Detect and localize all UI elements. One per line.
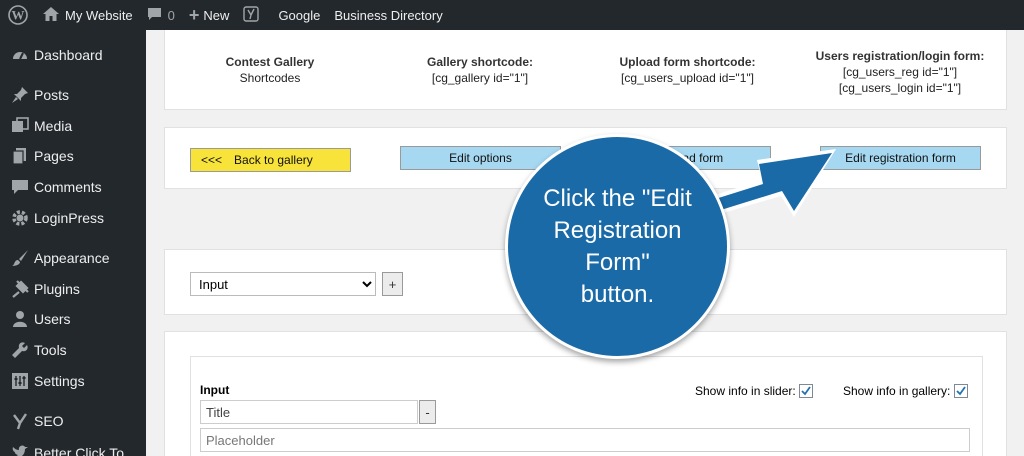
upload-shortcode-label: Upload form shortcode:: [619, 55, 756, 69]
wordpress-logo-icon[interactable]: W: [0, 0, 36, 30]
sidebar-item-media[interactable]: Media: [0, 111, 146, 141]
sidebar-item-label: Posts: [34, 87, 70, 103]
comments-count: 0: [167, 7, 175, 23]
site-name-link[interactable]: My Website: [36, 0, 140, 30]
edit-registration-form-button[interactable]: Edit registration form: [820, 146, 981, 170]
remove-field-label: -: [425, 404, 430, 420]
registration-shortcode-label: Users registration/login form:: [815, 49, 985, 63]
media-icon: [10, 117, 30, 135]
admin-sidebar: Dashboard Posts Media Pages Comments Log…: [0, 30, 146, 456]
show-in-slider-label: Show info in slider:: [695, 384, 796, 398]
sidebar-item-label: Users: [34, 311, 71, 327]
callout-line-3: button.: [580, 280, 655, 308]
settings-icon: [10, 372, 30, 390]
sidebar-item-label: LoginPress: [34, 210, 105, 226]
sidebar-item-label: Dashboard: [34, 47, 103, 63]
edit-options-label: Edit options: [449, 151, 512, 165]
dashboard-icon: [10, 46, 30, 64]
field-type-select[interactable]: Input: [190, 272, 376, 296]
shortcodes-panel: Contest Gallery Shortcodes Gallery short…: [164, 30, 1007, 110]
google-link[interactable]: Google: [266, 0, 327, 30]
sidebar-item-label: Better Click To: [34, 445, 124, 456]
add-field-button[interactable]: +: [382, 272, 403, 296]
admin-bar: W My Website 0 + New Google Business Dir…: [0, 0, 1024, 30]
back-arrows: <<<: [201, 153, 223, 167]
svg-text:W: W: [12, 8, 25, 23]
plus-icon: +: [188, 4, 200, 25]
login-shortcode-value[interactable]: [cg_users_login id="1"]: [805, 80, 995, 96]
pages-icon: [10, 147, 30, 165]
input-field-box: Input Show info in slider: Show info in …: [190, 356, 983, 456]
checkmark-icon: [801, 386, 811, 396]
sidebar-item-comments[interactable]: Comments: [0, 172, 146, 202]
yoast-icon: [243, 5, 260, 25]
upload-shortcode-block: Upload form shortcode: [cg_users_upload …: [605, 54, 770, 86]
comments-icon: [10, 178, 30, 196]
sidebar-item-pages[interactable]: Pages: [0, 141, 146, 171]
comment-bubble-icon: [147, 7, 162, 24]
sidebar-item-users[interactable]: Users: [0, 304, 146, 334]
registration-shortcode-block: Users registration/login form: [cg_users…: [805, 48, 995, 96]
sidebar-item-label: Plugins: [34, 281, 80, 297]
callout-text: Click the "Edit Registration Form" butto…: [522, 183, 713, 311]
sidebar-item-tools[interactable]: Tools: [0, 335, 146, 365]
brush-icon: [10, 249, 30, 267]
new-label: New: [203, 7, 230, 23]
upload-shortcode-value[interactable]: [cg_users_upload id="1"]: [605, 70, 770, 86]
registration-shortcode-value[interactable]: [cg_users_reg id="1"]: [805, 64, 995, 80]
gallery-shortcode-value[interactable]: [cg_gallery id="1"]: [410, 70, 550, 86]
comments-link[interactable]: 0: [140, 0, 182, 30]
contest-gallery-subtitle: Shortcodes: [239, 71, 301, 85]
sidebar-item-appearance[interactable]: Appearance: [0, 243, 146, 273]
add-field-label: +: [388, 276, 397, 292]
input-field-heading: Input: [200, 383, 230, 397]
pin-icon: [10, 86, 30, 104]
callout-line-1: Click the "Edit: [543, 184, 692, 212]
sidebar-item-plugins[interactable]: Plugins: [0, 274, 146, 304]
yoast-icon: [10, 412, 30, 430]
business-directory-link[interactable]: Business Directory: [327, 0, 449, 30]
site-name: My Website: [65, 7, 133, 23]
field-placeholder-input[interactable]: [200, 428, 970, 452]
show-in-slider-checkbox[interactable]: [799, 384, 813, 398]
sidebar-item-label: Settings: [34, 373, 85, 389]
sidebar-item-posts[interactable]: Posts: [0, 80, 146, 110]
home-icon: [43, 6, 59, 24]
yoast-seo-link[interactable]: [236, 0, 266, 30]
gear-icon: [10, 209, 30, 227]
contest-gallery-title: Contest Gallery: [225, 55, 315, 69]
sidebar-item-label: SEO: [34, 413, 64, 429]
back-to-gallery-button[interactable]: <<< Back to gallery: [190, 148, 351, 172]
sidebar-item-label: Pages: [34, 148, 74, 164]
field-title-input[interactable]: [200, 400, 418, 424]
callout-line-2: Registration Form": [553, 216, 682, 276]
sidebar-item-better-click-to-tweet[interactable]: Better Click To: [0, 438, 146, 456]
gallery-shortcode-label: Gallery shortcode:: [426, 55, 534, 69]
remove-field-button[interactable]: -: [419, 400, 436, 424]
back-to-gallery-label: Back to gallery: [234, 153, 313, 167]
show-in-gallery-label: Show info in gallery:: [843, 384, 951, 398]
sidebar-item-settings[interactable]: Settings: [0, 366, 146, 396]
checkmark-icon: [956, 386, 966, 396]
sidebar-item-dashboard[interactable]: Dashboard: [0, 40, 146, 70]
wrench-icon: [10, 341, 30, 359]
new-content-link[interactable]: + New: [182, 0, 237, 30]
twitter-icon: [10, 444, 30, 456]
sidebar-item-label: Appearance: [34, 250, 110, 266]
sidebar-item-label: Comments: [34, 179, 102, 195]
gallery-shortcode-block: Gallery shortcode: [cg_gallery id="1"]: [410, 54, 550, 86]
plugin-icon: [10, 280, 30, 298]
edit-registration-form-label: Edit registration form: [845, 151, 956, 165]
sidebar-item-seo[interactable]: SEO: [0, 406, 146, 436]
instruction-callout: Click the "Edit Registration Form" butto…: [505, 134, 730, 359]
show-in-gallery-checkbox[interactable]: [954, 384, 968, 398]
sidebar-item-label: Media: [34, 118, 73, 134]
contest-gallery-heading: Contest Gallery Shortcodes: [205, 54, 335, 86]
sidebar-item-loginpress[interactable]: LoginPress: [0, 203, 146, 233]
user-icon: [10, 310, 30, 328]
sidebar-item-label: Tools: [34, 342, 67, 358]
